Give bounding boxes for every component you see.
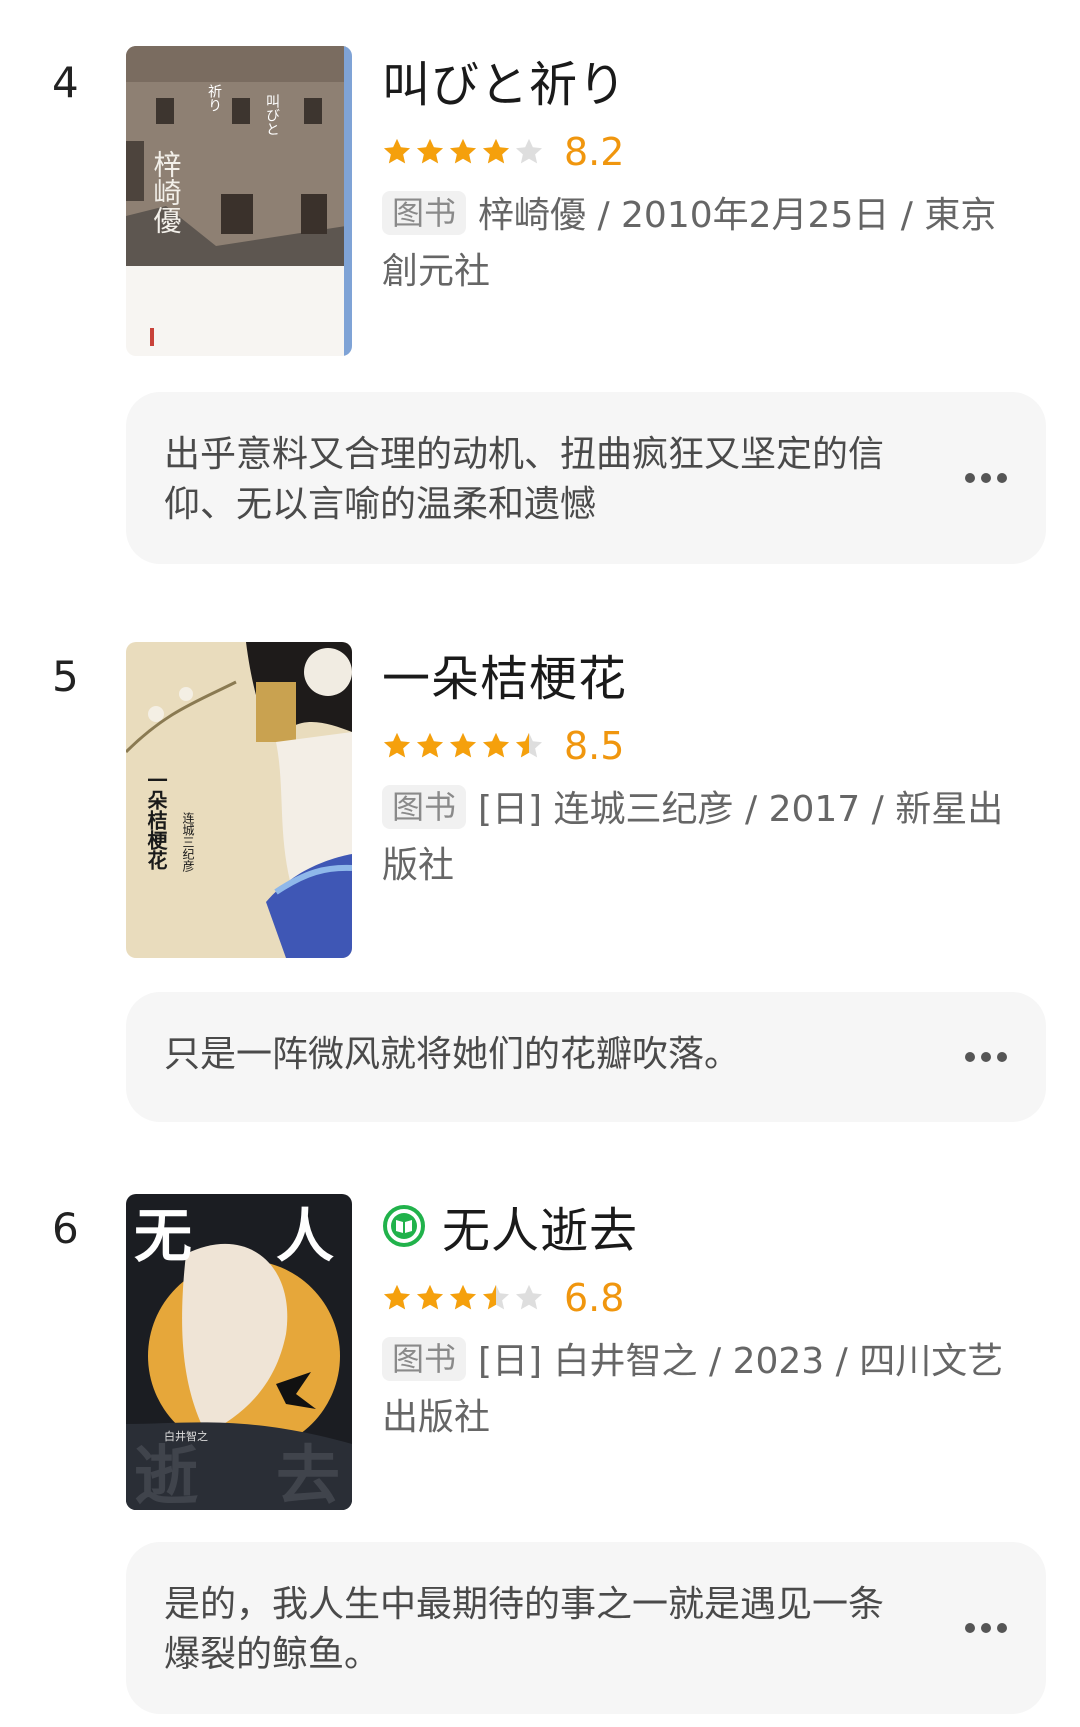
rating-stars [382,731,544,761]
cover-title: 一朵桔梗花 [144,770,168,871]
rating-row: 6.8 [382,1276,1032,1320]
cover-author: 白井智之 [164,1429,208,1443]
cover-title-1: 无 [134,1202,192,1270]
star-icon [516,1284,542,1310]
comment-box[interactable]: 出乎意料又合理的动机、扭曲疯狂又坚定的信仰、无以言喻的温柔和遗憾 [126,392,1046,564]
rating-row: 8.5 [382,724,1032,768]
star-icon [417,138,443,164]
rating-row: 8.2 [382,130,1032,174]
book-meta: 图书 [日] 白井智之 / 2023 / 四川文艺出版社 [382,1334,1032,1446]
title-row: 一朵桔梗花 [382,639,1032,709]
book-cover[interactable]: 叫びと 祈り 梓崎優 [126,46,352,356]
ebook-icon [383,1205,425,1247]
cover-image: 叫びと 祈り 梓崎優 [126,46,352,356]
book-meta: 图书 [日] 连城三纪彦 / 2017 / 新星出版社 [382,782,1032,894]
book-meta-text: [日] 白井智之 / 2023 / 四川文艺出版社 [382,1341,1004,1438]
comment-text: 只是一阵微风就将她们的花瓣吹落。 [164,1034,741,1075]
cover-title-3: 逝 [134,1439,198,1510]
cover-author: 连城三纪彦 [181,811,195,873]
book-meta-text: 梓崎優 / 2010年2月25日 / 東京創元社 [382,195,997,292]
star-icon [516,732,542,758]
comment-text: 出乎意料又合理的动机、扭曲疯狂又坚定的信仰、无以言喻的温柔和遗憾 [164,434,885,525]
cover-title-4: 去 [276,1439,340,1510]
more-icon[interactable] [964,470,1008,486]
star-icon [384,138,410,164]
cover-title-left: 祈り [206,84,222,112]
cover-author: 梓崎優 [150,150,183,234]
book-type-badge: 图书 [382,191,467,235]
book-type-badge: 图书 [382,1337,467,1381]
stars-svg [384,732,542,758]
stars-svg [384,1284,542,1310]
book-title[interactable]: 叫びと祈り [382,45,627,115]
star-icon [483,1284,509,1310]
star-icon [450,1284,476,1310]
rating-score: 8.5 [564,724,625,768]
title-row: 叫びと祈り [382,45,1032,115]
star-icon [516,138,542,164]
comment-box[interactable]: 是的，我人生中最期待的事之一就是遇见一条爆裂的鲸鱼。 [126,1542,1046,1714]
book-cover[interactable]: 一朵桔梗花 连城三纪彦 [126,642,352,958]
star-icon [483,138,509,164]
rank-number: 5 [52,652,79,701]
book-meta-text: [日] 连城三纪彦 / 2017 / 新星出版社 [382,789,1004,886]
cover-image: 无 人 逝 去 白井智之 [126,1194,352,1510]
star-icon [483,732,509,758]
star-icon [450,138,476,164]
star-icon [384,732,410,758]
star-icon [450,732,476,758]
book-title[interactable]: 一朵桔梗花 [382,639,627,709]
book-cover[interactable]: 无 人 逝 去 白井智之 [126,1194,352,1510]
rating-score: 8.2 [564,130,625,174]
book-meta: 图书 梓崎優 / 2010年2月25日 / 東京創元社 [382,188,1032,300]
cover-title-2: 人 [276,1202,334,1270]
book-type-badge: 图书 [382,785,467,829]
rank-number: 4 [52,58,79,107]
star-icon [417,1284,443,1310]
comment-text: 是的，我人生中最期待的事之一就是遇见一条爆裂的鲸鱼。 [164,1584,885,1675]
cover-title-right: 叫びと [264,94,280,136]
title-row: 无人逝去 [382,1191,1032,1261]
rank-number: 6 [52,1204,79,1253]
stars-svg [384,138,542,164]
book-title[interactable]: 无人逝去 [442,1191,638,1261]
rating-score: 6.8 [564,1276,625,1320]
rating-stars [382,1283,544,1313]
more-icon[interactable] [964,1049,1008,1065]
cover-image: 一朵桔梗花 连城三纪彦 [126,642,352,958]
star-icon [417,732,443,758]
rating-stars [382,137,544,167]
comment-box[interactable]: 只是一阵微风就将她们的花瓣吹落。 [126,992,1046,1122]
more-icon[interactable] [964,1620,1008,1636]
star-icon [384,1284,410,1310]
